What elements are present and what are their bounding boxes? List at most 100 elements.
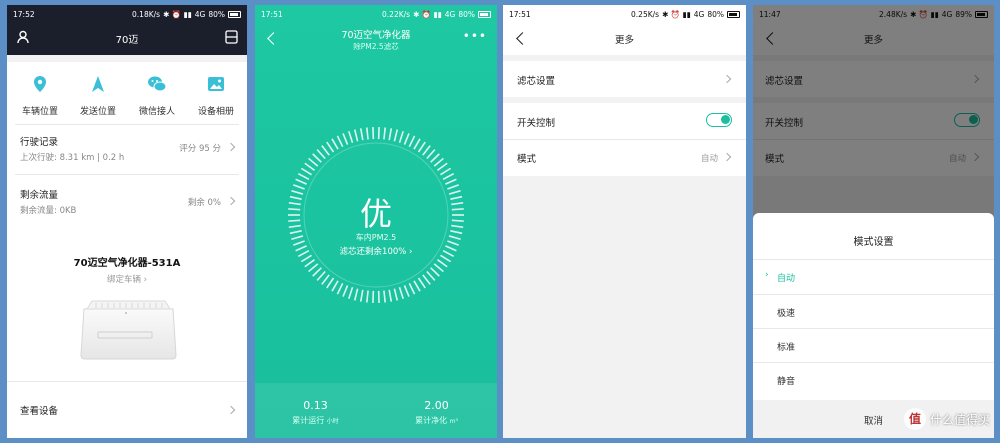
more-icon[interactable]: ••• bbox=[463, 29, 487, 43]
bind-vehicle-link[interactable]: 绑定车辆 › bbox=[7, 273, 247, 285]
screenshot-frame: 17:52 0.18K/s ✱ ⏰ ▮▮ 4G 80% 70迈 车辆位置 发送位置 微… bbox=[0, 0, 1000, 443]
chevron-right-icon bbox=[722, 74, 732, 84]
signal-icon: ✱ ⏰ ▮▮ bbox=[662, 9, 691, 19]
image-album-icon bbox=[208, 77, 224, 91]
filter-settings-label: 滤芯设置 bbox=[517, 76, 556, 87]
power-toggle[interactable] bbox=[706, 113, 732, 127]
air-purifier-image bbox=[80, 300, 177, 360]
gauge-tick bbox=[430, 153, 440, 163]
action-wechat-pickup[interactable]: 微信接人 bbox=[130, 70, 184, 120]
view-device-row[interactable]: 查看设备 bbox=[7, 383, 247, 438]
status-time: 17:52 bbox=[13, 9, 35, 19]
mode-row[interactable]: 模式 自动 bbox=[503, 140, 746, 176]
mode-value: 自动 bbox=[700, 154, 718, 164]
gauge-tick bbox=[426, 149, 436, 160]
trip-record-detail: 上次行驶: 8.31 km | 0.2 h bbox=[20, 153, 125, 163]
gauge-tick bbox=[393, 288, 399, 301]
purified-label: 累计净化 m³ bbox=[415, 416, 458, 425]
option-label: 标准 bbox=[777, 343, 796, 353]
signal-icon: ✱ ⏰ ▮▮ bbox=[163, 9, 192, 19]
gauge-tick bbox=[422, 145, 431, 156]
chevron-right-icon bbox=[226, 196, 236, 206]
gauge-tick bbox=[433, 263, 444, 273]
status-bar: 17:51 0.25K/s ✱ ⏰ ▮▮ 4G 80% bbox=[503, 5, 746, 23]
gauge-tick bbox=[342, 285, 349, 297]
mode-option-standard[interactable]: 标准 bbox=[753, 329, 994, 362]
gauge-tick bbox=[408, 135, 416, 148]
status-time: 17:51 bbox=[261, 9, 283, 19]
view-device-label: 查看设备 bbox=[20, 406, 59, 417]
action-device-album[interactable]: 设备相册 bbox=[189, 70, 243, 120]
app-header: 17:51 0.25K/s ✱ ⏰ ▮▮ 4G 80% 更多 bbox=[503, 5, 746, 55]
filter-remaining-link[interactable]: 滤芯还剩余100% › bbox=[255, 245, 497, 257]
data-traffic-row[interactable]: 剩余流量 剩余流量: 0KB 剩余 0% bbox=[7, 175, 247, 227]
status-speed: 0.22K/s bbox=[382, 9, 411, 19]
quick-actions: 车辆位置 发送位置 微信接人 设备相册 bbox=[7, 70, 247, 120]
status-battery: 80% bbox=[458, 9, 475, 19]
gauge-tick bbox=[336, 135, 344, 148]
gauge-tick bbox=[326, 141, 335, 153]
watermark-text: 什么值得买 bbox=[929, 412, 990, 427]
action-send-location[interactable]: 发送位置 bbox=[71, 70, 125, 120]
mode-dialog: 模式设置 › 自动 极速 标准 静音 取消 bbox=[753, 213, 994, 438]
device-name: 70迈空气净化器-531A bbox=[73, 258, 181, 269]
gauge-tick bbox=[437, 259, 448, 268]
mode-option-turbo[interactable]: 极速 bbox=[753, 295, 994, 328]
gauge-tick bbox=[304, 259, 315, 268]
page-subtitle: 除PM2.5滤芯 bbox=[353, 42, 399, 51]
gauge-tick bbox=[300, 167, 312, 176]
mode-option-auto[interactable]: › 自动 bbox=[753, 260, 994, 293]
gauge-tick bbox=[398, 287, 404, 299]
action-label: 设备相册 bbox=[197, 107, 234, 117]
gauge-tick bbox=[413, 138, 421, 150]
status-bar: 17:52 0.18K/s ✱ ⏰ ▮▮ 4G 80% bbox=[7, 5, 247, 23]
mode-label: 模式 bbox=[517, 154, 537, 165]
status-network: 4G bbox=[693, 9, 705, 19]
gauge-tick bbox=[359, 289, 364, 302]
gauge-tick bbox=[403, 133, 410, 145]
mode-option-silent[interactable]: 静音 bbox=[753, 363, 994, 396]
status-bar: 17:51 0.22K/s ✱ ⏰ ▮▮ 4G 80% bbox=[255, 5, 497, 23]
gauge-tick bbox=[295, 178, 307, 185]
gauge-tick bbox=[413, 280, 421, 292]
filter-settings-row[interactable]: 滤芯设置 bbox=[503, 61, 746, 97]
gauge-tick bbox=[403, 285, 410, 297]
gauge-tick bbox=[342, 133, 349, 145]
traffic-detail: 剩余流量: 0KB bbox=[20, 206, 77, 216]
gauge-tick bbox=[308, 263, 319, 273]
trip-record-row[interactable]: 行驶记录 上次行驶: 8.31 km | 0.2 h 评分 95 分 bbox=[7, 125, 247, 174]
gauge-tick bbox=[316, 270, 326, 281]
action-car-location[interactable]: 车辆位置 bbox=[13, 70, 67, 120]
gauge-tick bbox=[331, 280, 339, 292]
gauge-tick bbox=[442, 172, 455, 181]
gauge-tick bbox=[417, 141, 426, 153]
action-label: 车辆位置 bbox=[21, 107, 58, 117]
phone-screen-home: 17:52 0.18K/s ✱ ⏰ ▮▮ 4G 80% 70迈 车辆位置 发送位置 微… bbox=[7, 5, 247, 438]
traffic-percent: 剩余 0% bbox=[187, 198, 221, 208]
gauge-tick bbox=[336, 282, 344, 295]
gauge-tick bbox=[383, 127, 386, 140]
gauge-tick bbox=[321, 274, 330, 285]
gauge-tick bbox=[308, 157, 319, 167]
action-label: 微信接人 bbox=[138, 107, 175, 117]
dialog-title: 模式设置 bbox=[853, 237, 894, 248]
device-switch-icon[interactable] bbox=[225, 30, 238, 44]
gauge-tick bbox=[353, 129, 359, 142]
stats-panel: 0.13 累计运行 小时 2.00 累计净化 m³ bbox=[255, 383, 497, 438]
device-card[interactable]: 70迈空气净化器-531A 绑定车辆 › 查看设备 bbox=[7, 233, 247, 438]
air-quality-grade: 优 bbox=[359, 195, 392, 233]
wechat-icon bbox=[148, 76, 167, 92]
navigation-arrow-icon bbox=[92, 76, 104, 92]
phone-screen-more: 17:51 0.25K/s ✱ ⏰ ▮▮ 4G 80% 更多 滤芯设置 开关控制 模式… bbox=[503, 5, 746, 438]
gauge-tick bbox=[321, 145, 330, 156]
status-battery: 80% bbox=[208, 9, 225, 19]
gauge-tick bbox=[348, 287, 354, 299]
status-network: 4G bbox=[194, 9, 206, 19]
watermark: 值 什么值得买 bbox=[903, 408, 990, 430]
trip-score: 评分 95 分 bbox=[179, 144, 221, 154]
watermark-logo-icon: 值 bbox=[903, 408, 926, 430]
power-switch-label: 开关控制 bbox=[517, 118, 556, 129]
gauge-tick bbox=[440, 167, 452, 176]
gauge-tick bbox=[422, 274, 431, 285]
option-label: 自动 bbox=[777, 274, 796, 284]
